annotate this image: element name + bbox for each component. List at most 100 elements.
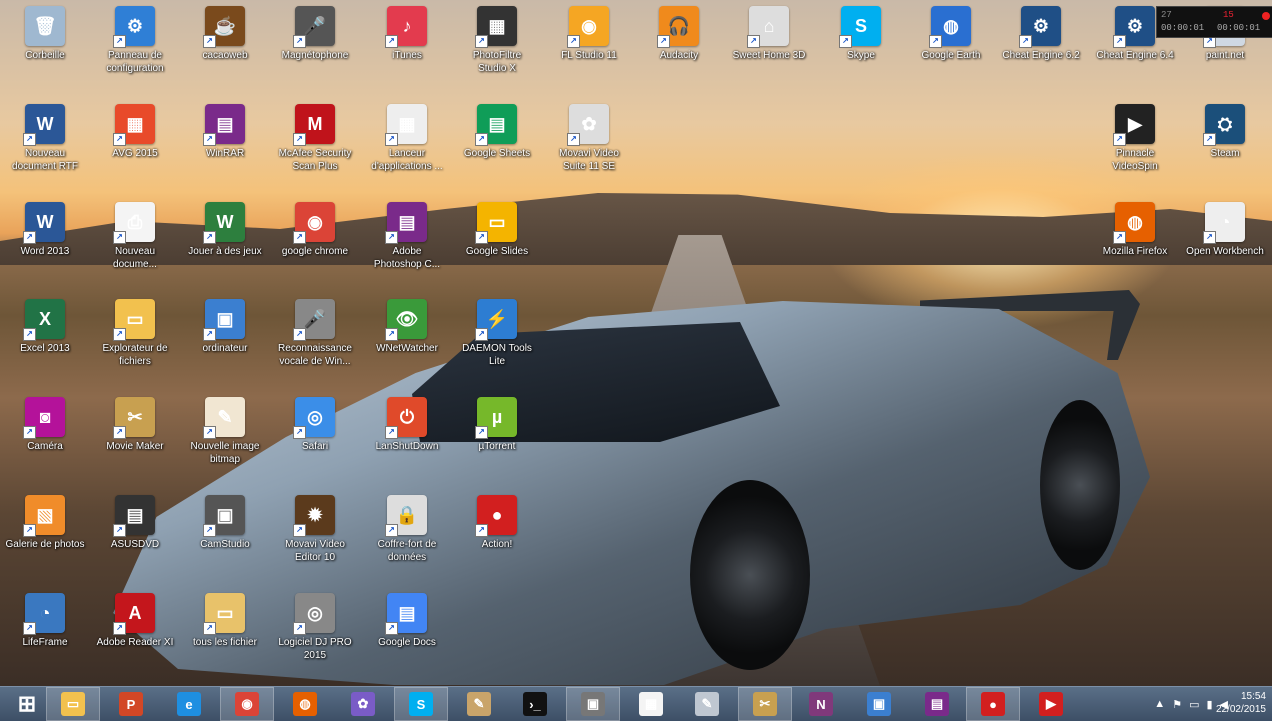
desktop-icon[interactable]: ▣ ↗ CamStudio (180, 495, 270, 551)
app-launcher-taskbar[interactable]: ▦ (624, 687, 678, 721)
tray-flag-icon[interactable]: ⚑ (1172, 698, 1182, 711)
desktop-icon-label: Google Docs (378, 637, 436, 648)
camstudio-icon: ▣ ↗ (203, 495, 245, 537)
desktop-icon[interactable]: µ ↗ µTorrent (452, 397, 542, 453)
desktop-icon[interactable]: ▤ ↗ Adobe Photoshop C... (362, 202, 452, 271)
desktop-icon-label: Reconnaissance vocale de Win... (278, 343, 352, 367)
tray-arrow-icon[interactable]: ▲ (1154, 698, 1165, 710)
desktop-icon[interactable]: ◉ ↗ google chrome (270, 202, 360, 258)
desktop-icon[interactable]: 🔒 ↗ Coffre-fort de données (362, 495, 452, 564)
document-taskbar[interactable]: ✎ (452, 687, 506, 721)
picasa-taskbar[interactable]: ✿ (336, 687, 390, 721)
desktop-icon-label: Steam (1210, 148, 1240, 159)
desktop-icon[interactable]: ▤ ↗ WinRAR (180, 104, 270, 160)
desktop-icon[interactable]: M ↗ McAfee Security Scan Plus (270, 104, 360, 173)
desktop-icon[interactable]: ● ↗ Action! (452, 495, 542, 551)
desktop-icon-label: Caméra (27, 441, 63, 452)
desktop-icon-label: µTorrent (478, 441, 516, 452)
desktop-icon[interactable]: ◎ ↗ Safari (270, 397, 360, 453)
desktop-icon[interactable]: ⚡ ↗ DAEMON Tools Lite (452, 299, 542, 368)
desktop-icon-label: Logiciel DJ PRO 2015 (278, 637, 352, 661)
action-taskbar[interactable]: ▶ (1024, 687, 1078, 721)
desktop-icon[interactable]: ▤ ↗ ASUSDVD (90, 495, 180, 551)
shortcut-arrow-icon: ↗ (23, 622, 36, 635)
desktop-icon[interactable]: ▭ ↗ tous les fichier (180, 593, 270, 649)
desktop-icon[interactable]: ⎙ ↗ Nouveau docume... (90, 202, 180, 271)
file-explorer-taskbar[interactable]: ▭ (46, 687, 100, 721)
desktop-icon-label: Google Sheets (463, 148, 531, 159)
desktop-icon[interactable]: ◍ ↗ Google Earth (906, 6, 996, 62)
shortcut-arrow-icon: ↗ (293, 524, 306, 537)
desktop-icon[interactable]: ♪ ↗ iTunes (362, 6, 452, 62)
tray-folder-icon[interactable]: ▭ (1189, 698, 1199, 711)
desktop-icon[interactable]: 👁 ↗ WNetWatcher (362, 299, 452, 355)
desktop-icon[interactable]: ▧ ↗ Galerie de photos (0, 495, 90, 551)
internet-explorer-taskbar[interactable]: e (162, 687, 216, 721)
desktop-icon[interactable]: ✹ ↗ Movavi Video Editor 10 (270, 495, 360, 564)
chrome-taskbar[interactable]: ◉ (220, 687, 274, 721)
shortcut-arrow-icon: ↗ (113, 35, 126, 48)
desktop-icon[interactable]: ▤ ↗ Google Docs (362, 593, 452, 649)
camstudio-taskbar[interactable]: ▣ (566, 687, 620, 721)
desktop-icon[interactable]: 🎤 ↗ Magnétophone (270, 6, 360, 62)
paint-taskbar[interactable]: ✎ (680, 687, 734, 721)
desktop-icon[interactable]: W ↗ Jouer à des jeux (180, 202, 270, 258)
firefox-taskbar[interactable]: ◍ (278, 687, 332, 721)
desktop-icon[interactable]: ◉ ↗ FL Studio 11 (544, 6, 634, 62)
desktop-icon[interactable]: ⌂ ↗ Sweet Home 3D (724, 6, 814, 62)
desktop-icon[interactable]: ▭ ↗ Explorateur de fichiers (90, 299, 180, 368)
movie-maker-taskbar[interactable]: ✂ (738, 687, 792, 721)
desktop-icon-label: PhotoFiltre Studio X (472, 50, 522, 74)
desktop-icon[interactable]: W ↗ Word 2013 (0, 202, 90, 258)
desktop-icon[interactable]: ◔ ↗ Open Workbench (1180, 202, 1270, 258)
desktop-icon[interactable]: ▭ ↗ Google Slides (452, 202, 542, 258)
recorder-elapsed: 00:00:01 (1161, 23, 1205, 33)
desktop-icon[interactable]: X ↗ Excel 2013 (0, 299, 90, 355)
desktop-icon[interactable]: 🎤 ↗ Reconnaissance vocale de Win... (270, 299, 360, 368)
desktop-icon[interactable]: 🎧 ↗ Audacity (634, 6, 724, 62)
record-icon: ● (981, 692, 1005, 716)
picasa-icon: ✿ (351, 692, 375, 716)
taskbar-clock[interactable]: 15:54 22/02/2015 (1206, 690, 1266, 716)
desktop-icon-label: Coffre-fort de données (377, 539, 437, 563)
lifeframe-icon: ◔ ↗ (23, 593, 65, 635)
chrome-icon: ◉ (235, 692, 259, 716)
desktop-icon[interactable]: ⏻ ↗ LanShutDown (362, 397, 452, 453)
desktop-icon[interactable]: ▦ ↗ PhotoFiltre Studio X (452, 6, 542, 75)
recorder-overlay: 27 00:00:01 15 00:00:01 (1156, 6, 1272, 38)
desktop-icon-label: Movavi Video Suite 11 SE (559, 148, 619, 172)
desktop-icon[interactable]: ▦ ↗ AVG 2015 (90, 104, 180, 160)
skype-taskbar[interactable]: S (394, 687, 448, 721)
desktop-icon[interactable]: ⚙ ↗ Panneau de configuration (90, 6, 180, 75)
desktop-icon[interactable]: ▤ ↗ Google Sheets (452, 104, 542, 160)
desktop-icon[interactable]: ▣ ↗ ordinateur (180, 299, 270, 355)
desktop-icon[interactable]: ▶ ↗ Pinnacle VideoSpin (1090, 104, 1180, 173)
desktop-icon[interactable]: ◎ ↗ Logiciel DJ PRO 2015 (270, 593, 360, 662)
desktop-icon[interactable]: ✿ ↗ Movavi Video Suite 11 SE (544, 104, 634, 173)
desktop-icon[interactable]: W ↗ Nouveau document RTF (0, 104, 90, 173)
desktop-icon-label: AVG 2015 (112, 148, 158, 159)
desktop-icon[interactable]: ✎ ↗ Nouvelle image bitmap (180, 397, 270, 466)
desktop-icon[interactable]: ⚙ ↗ Cheat Engine 6.2 (996, 6, 1086, 62)
winrar-taskbar[interactable]: ▤ (910, 687, 964, 721)
cmd-taskbar[interactable]: ›_ (508, 687, 562, 721)
desktop-icon[interactable]: A ↗ Adobe Reader XI (90, 593, 180, 649)
bitmap-icon: ✎ ↗ (203, 397, 245, 439)
desktop-icon[interactable]: S ↗ Skype (816, 6, 906, 62)
desktop-icon[interactable]: ◍ ↗ Mozilla Firefox (1090, 202, 1180, 258)
desktop-icon[interactable]: ✂ ↗ Movie Maker (90, 397, 180, 453)
monitor-taskbar[interactable]: ▣ (852, 687, 906, 721)
desktop-icon[interactable]: ◔ ↗ LifeFrame (0, 593, 90, 649)
desktop-icon-label: paint.net (1205, 50, 1245, 61)
powerpoint-taskbar[interactable]: P (104, 687, 158, 721)
record-taskbar[interactable]: ● (966, 687, 1020, 721)
desktop-icon[interactable]: ◙ ↗ Caméra (0, 397, 90, 453)
desktop-icon[interactable]: 🗑 Corbeille (0, 6, 90, 62)
onenote-taskbar[interactable]: N (794, 687, 848, 721)
shortcut-arrow-icon: ↗ (475, 524, 488, 537)
itunes-icon: ♪ ↗ (385, 6, 427, 48)
desktop-icon[interactable]: ⛭ ↗ Steam (1180, 104, 1270, 160)
desktop-icon[interactable]: ▦ ↗ Lanceur d'applications ... (362, 104, 452, 173)
desktop-icon[interactable]: ☕ ↗ cacaoweb (180, 6, 270, 62)
shortcut-arrow-icon: ↗ (385, 133, 398, 146)
